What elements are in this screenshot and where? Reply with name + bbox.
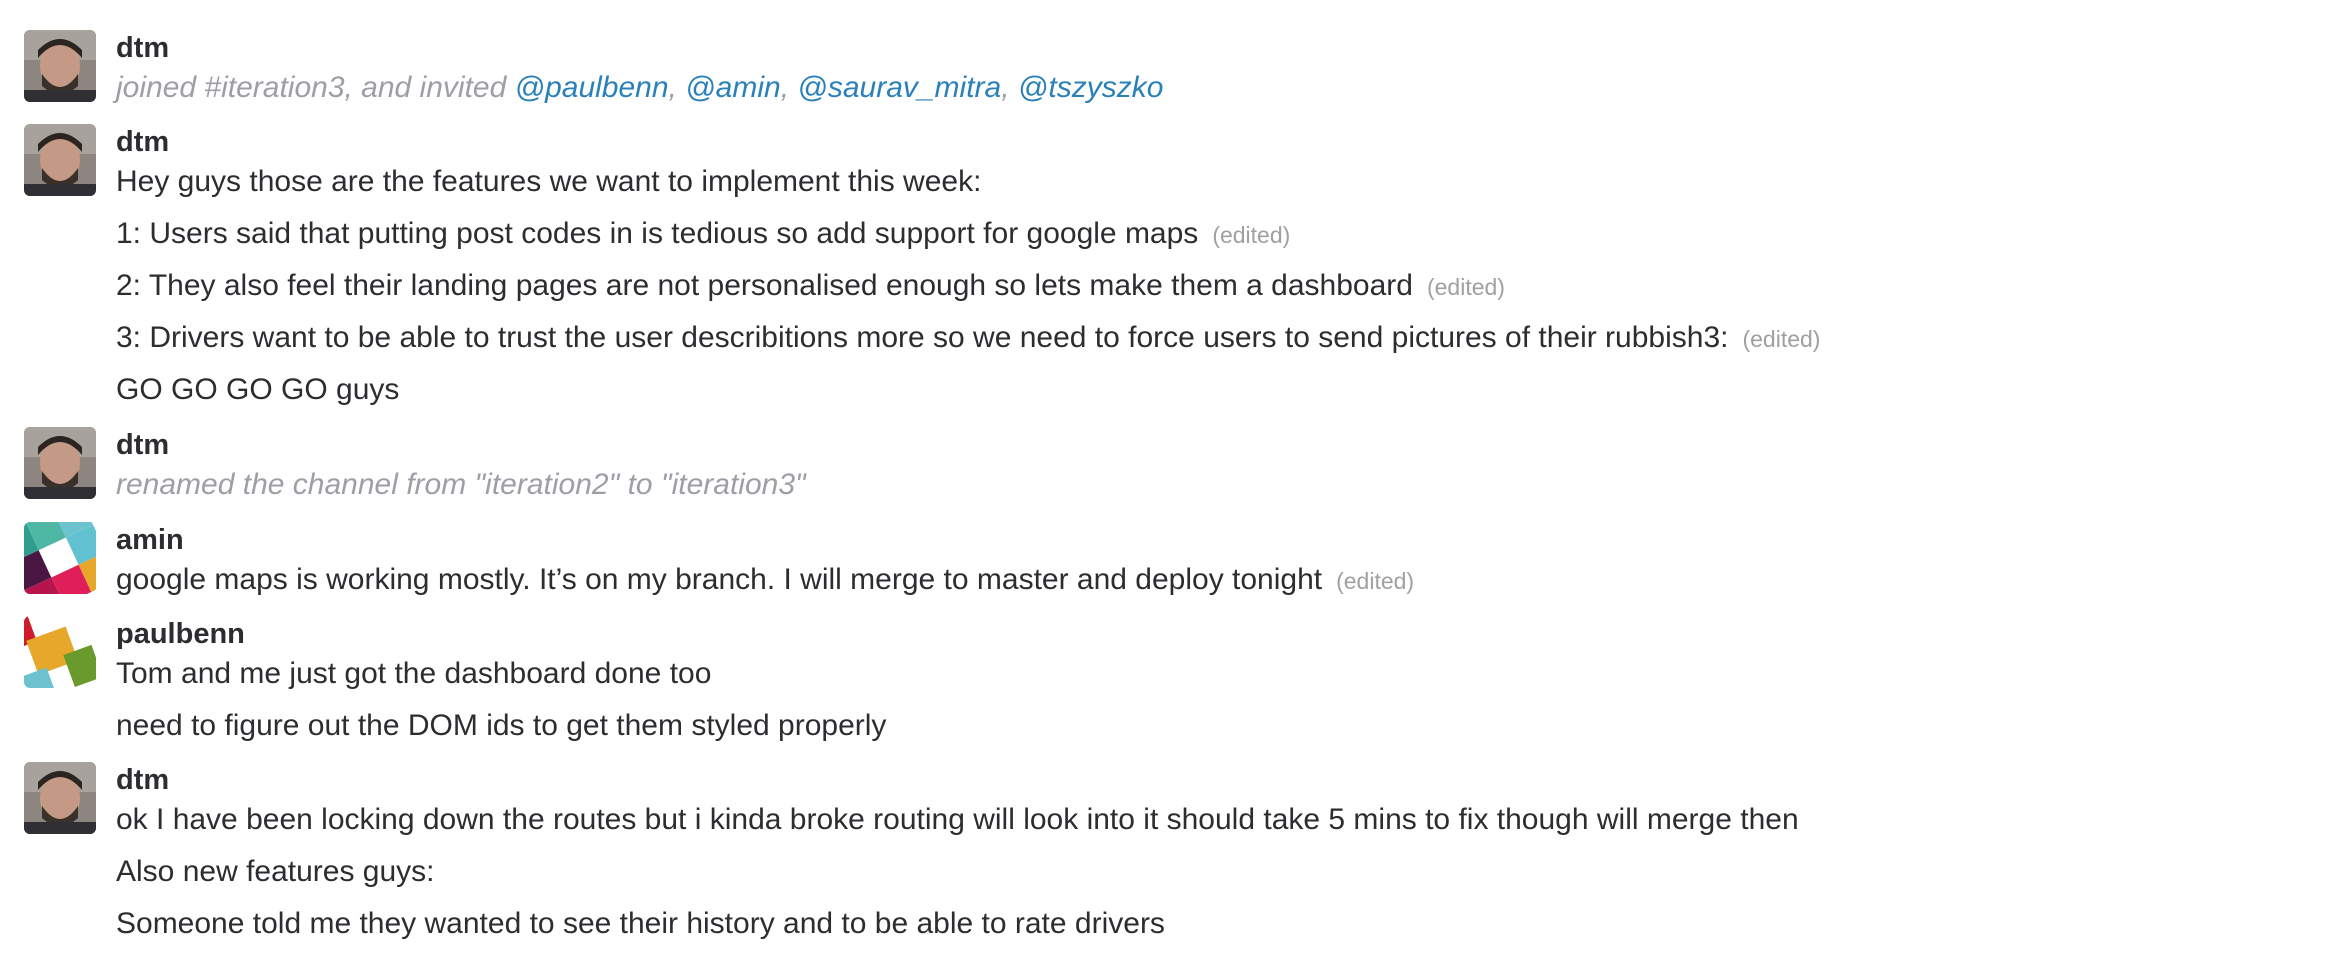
message-text: Also new features guys: — [116, 852, 435, 892]
message-username[interactable]: dtm — [116, 427, 169, 463]
message-feed: dtm joined #iteration3, and invited @pau… — [0, 0, 2346, 958]
message-text-content: Hey guys those are the features we want … — [116, 165, 982, 198]
edited-label: (edited) — [1336, 568, 1415, 594]
mention-link[interactable]: @amin — [685, 71, 780, 104]
join-notice-text: joined #iteration3, and invited — [116, 71, 515, 104]
dtm-avatar[interactable] — [24, 762, 96, 834]
amin-avatar[interactable] — [24, 522, 96, 594]
mention-link[interactable]: @tszyszko — [1018, 71, 1163, 104]
message-text: Someone told me they wanted to see their… — [116, 904, 1165, 944]
message-username[interactable]: dtm — [116, 30, 169, 66]
message-text-content: google maps is working mostly. It’s on m… — [116, 563, 1323, 596]
message-text-content: ok I have been locking down the routes b… — [116, 803, 1799, 836]
edited-label: (edited) — [1742, 326, 1821, 352]
message-text: GO GO GO GO guys — [116, 370, 399, 410]
message-text-content: Tom and me just got the dashboard done t… — [116, 657, 712, 690]
message-username[interactable]: dtm — [116, 762, 169, 798]
mention-link[interactable]: @saurav_mitra — [797, 71, 1001, 104]
message-username[interactable]: dtm — [116, 124, 169, 160]
mention-separator: , — [1001, 71, 1018, 104]
message-text: Hey guys those are the features we want … — [116, 162, 981, 202]
message-text-content: GO GO GO GO guys — [116, 373, 400, 406]
mention-separator: , — [668, 71, 686, 104]
message-text-content: Someone told me they wanted to see their… — [116, 907, 1165, 940]
dtm-avatar[interactable] — [24, 427, 96, 499]
message-text: 3: Drivers want to be able to trust the … — [116, 318, 1820, 359]
rename-notice: renamed the channel from "iteration2" to… — [116, 465, 806, 505]
edited-label: (edited) — [1426, 274, 1505, 300]
message-username[interactable]: paulbenn — [116, 616, 245, 652]
mention-link[interactable]: @paulbenn — [515, 71, 669, 104]
message-text-content: Also new features guys: — [116, 855, 435, 888]
mention-separator: , — [780, 71, 798, 104]
dtm-avatar[interactable] — [24, 30, 96, 102]
message-text: Tom and me just got the dashboard done t… — [116, 654, 711, 694]
message-text: ok I have been locking down the routes b… — [116, 800, 1799, 840]
edited-label: (edited) — [1212, 222, 1291, 248]
message-text-content: 2: They also feel their landing pages ar… — [116, 269, 1413, 302]
message-text-content: need to figure out the DOM ids to get th… — [116, 709, 887, 742]
message-text-content: 3: Drivers want to be able to trust the … — [116, 321, 1729, 354]
message-text-content: 1: Users said that putting post codes in… — [116, 217, 1199, 250]
message-text: google maps is working mostly. It’s on m… — [116, 560, 1414, 601]
paulbenn-avatar[interactable] — [24, 616, 96, 688]
rename-notice-text: renamed the channel from "iteration2" to… — [116, 468, 806, 501]
message-username[interactable]: amin — [116, 522, 184, 558]
join-notice: joined #iteration3, and invited @paulben… — [116, 68, 1163, 108]
message-text: need to figure out the DOM ids to get th… — [116, 706, 886, 746]
dtm-avatar[interactable] — [24, 124, 96, 196]
message-text: 1: Users said that putting post codes in… — [116, 214, 1290, 255]
message-text: 2: They also feel their landing pages ar… — [116, 266, 1505, 307]
